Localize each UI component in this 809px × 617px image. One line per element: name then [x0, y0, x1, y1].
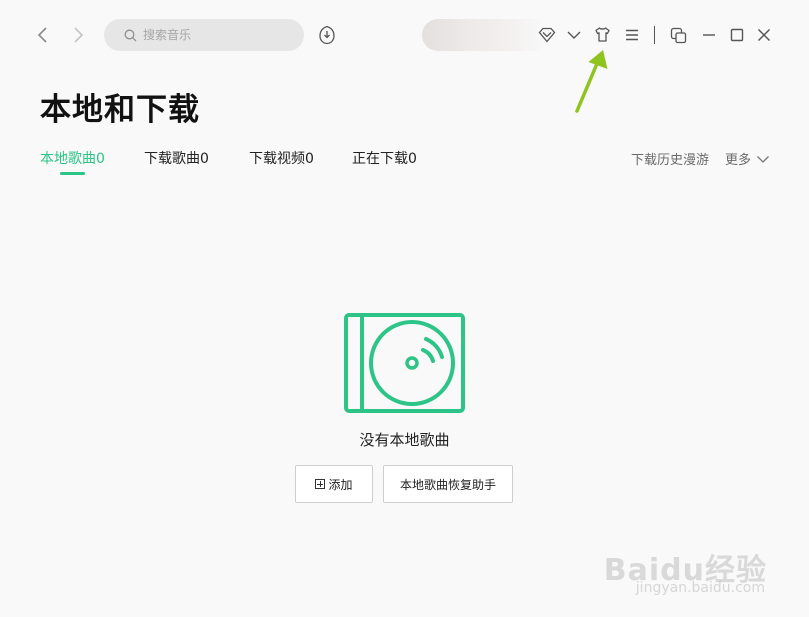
- tab-downloaded-songs[interactable]: 下载歌曲0: [144, 148, 209, 168]
- menu-icon[interactable]: [624, 27, 640, 43]
- page-title: 本地和下载: [40, 92, 200, 128]
- more-label: 更多: [725, 153, 752, 168]
- tab-local-songs[interactable]: 本地歌曲0: [40, 148, 105, 168]
- back-arrow-icon[interactable]: [33, 25, 53, 45]
- download-history-link[interactable]: 下载历史漫游: [631, 149, 709, 168]
- tab-downloaded-videos[interactable]: 下载视频0: [249, 148, 314, 168]
- restore-button-label: 本地歌曲恢复助手: [399, 477, 496, 492]
- restore-assistant-button[interactable]: 本地歌曲恢复助手: [383, 465, 513, 503]
- add-button[interactable]: 添加: [295, 465, 373, 503]
- mini-mode-icon[interactable]: [670, 27, 687, 44]
- tab-downloading[interactable]: 正在下载0: [352, 148, 417, 168]
- voice-search-icon[interactable]: [318, 25, 336, 45]
- watermark-url: jingyan.baidu.com: [635, 580, 765, 596]
- search-icon: [124, 29, 137, 42]
- minimize-icon[interactable]: [701, 27, 717, 43]
- add-plus-icon: [315, 479, 326, 489]
- search-box[interactable]: [104, 19, 304, 51]
- close-icon[interactable]: [756, 27, 772, 43]
- search-input[interactable]: [137, 28, 293, 42]
- forward-arrow-icon[interactable]: [68, 25, 88, 45]
- empty-message: 没有本地歌曲: [359, 431, 450, 449]
- more-dropdown[interactable]: 更多: [725, 149, 770, 168]
- skin-tshirt-icon[interactable]: [594, 26, 611, 43]
- maximize-icon[interactable]: [729, 27, 745, 43]
- chevron-down-icon: [756, 153, 770, 165]
- vip-diamond-icon[interactable]: [538, 27, 556, 43]
- add-button-label: 添加: [328, 477, 353, 492]
- annotation-arrow-icon: [572, 48, 612, 114]
- empty-album-disc-icon: [344, 313, 465, 413]
- user-account-area[interactable]: [422, 19, 547, 51]
- active-tab-indicator: [60, 172, 85, 175]
- chevron-down-icon[interactable]: [566, 28, 582, 42]
- toolbar-divider: [654, 26, 655, 44]
